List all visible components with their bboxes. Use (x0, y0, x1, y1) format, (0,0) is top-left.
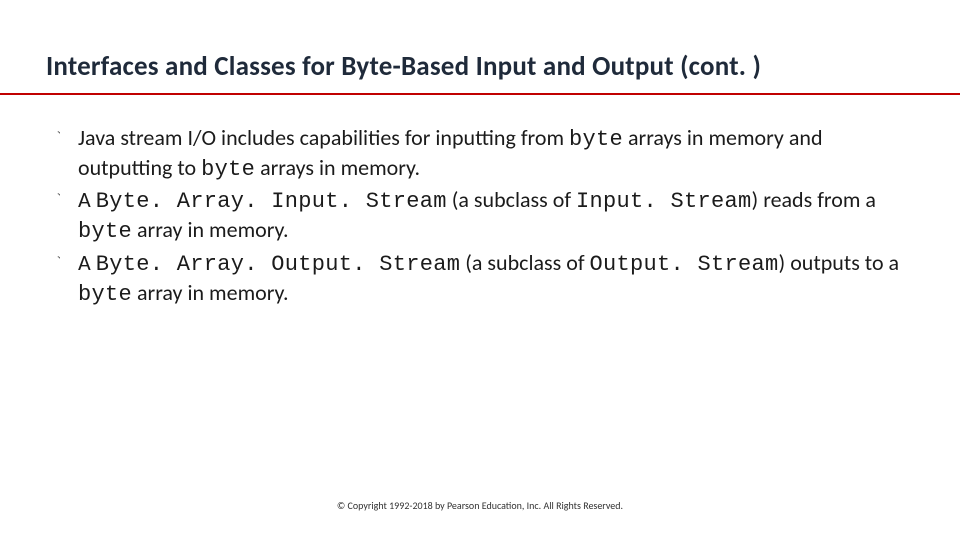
bullet-marker-icon: ֙ (60, 124, 78, 184)
bullet-item: ֙Java stream I/O includes capabilities f… (60, 124, 912, 184)
code-text: byte (78, 219, 132, 244)
bullet-marker-icon: ֙ (60, 186, 78, 246)
bullet-text: A Byte. Array. Input. Stream (a subclass… (78, 186, 912, 246)
code-text: byte (569, 127, 623, 152)
copyright-footer: © Copyright 1992-2018 by Pearson Educati… (0, 499, 960, 512)
title-underline (0, 93, 960, 95)
plain-text: arrays in memory. (255, 154, 420, 181)
bullet-marker-icon: ֙ (60, 249, 78, 309)
plain-text: A (78, 249, 96, 276)
code-text: byte (78, 282, 132, 307)
plain-text: (a subclass of (447, 186, 576, 213)
code-text: Byte. Array. Output. Stream (96, 252, 461, 277)
slide-body: ֙Java stream I/O includes capabilities f… (60, 124, 912, 311)
plain-text: Java stream I/O includes capabilities fo… (78, 124, 569, 151)
code-text: byte (201, 157, 255, 182)
plain-text: A (78, 186, 96, 213)
plain-text: array in memory. (132, 216, 289, 243)
slide: Interfaces and Classes for Byte-Based In… (0, 0, 960, 540)
bullet-text: A Byte. Array. Output. Stream (a subclas… (78, 249, 912, 309)
plain-text: array in memory. (132, 279, 289, 306)
bullet-item: ֙A Byte. Array. Output. Stream (a subcla… (60, 249, 912, 309)
plain-text: ) outputs to a (779, 249, 900, 276)
plain-text: ) reads from a (752, 186, 876, 213)
bullet-text: Java stream I/O includes capabilities fo… (78, 124, 912, 184)
plain-text: (a subclass of (460, 249, 589, 276)
bullet-item: ֙A Byte. Array. Input. Stream (a subclas… (60, 186, 912, 246)
code-text: Input. Stream (576, 189, 752, 214)
code-text: Byte. Array. Input. Stream (96, 189, 447, 214)
code-text: Output. Stream (590, 252, 779, 277)
slide-title: Interfaces and Classes for Byte-Based In… (46, 50, 920, 83)
